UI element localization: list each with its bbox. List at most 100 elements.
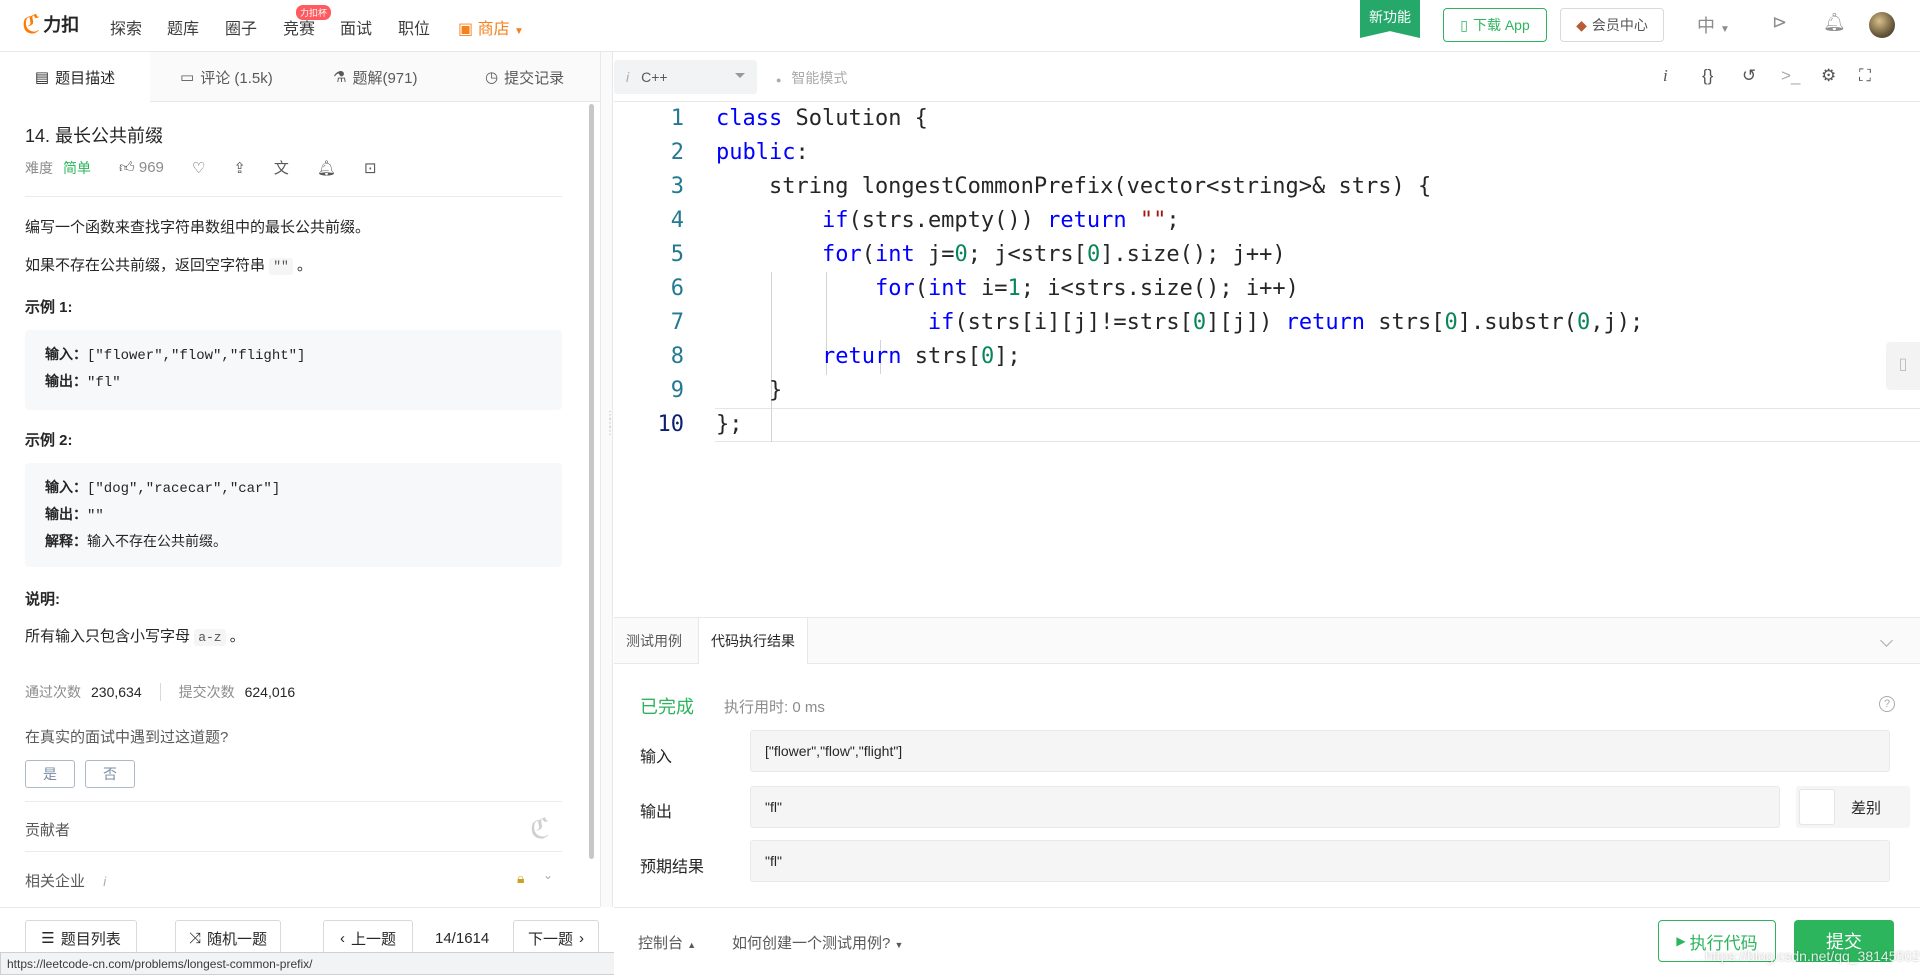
howto-testcase-link[interactable]: 如何创建一个测试用例? ▼ — [732, 932, 903, 953]
problem-list-label: 题目列表 — [60, 930, 121, 948]
tab-description-label: 题目描述 — [55, 69, 116, 87]
nav-explore[interactable]: 探索 — [110, 15, 142, 39]
howto-label: 如何创建一个测试用例? — [732, 935, 891, 952]
smart-mode-toggle[interactable]: ● 智能模式 — [776, 68, 847, 88]
editor-toolbar: i C++ ● 智能模式 i {} ↺ >_ ⚙︎ ⛶ — [614, 52, 1920, 102]
line-number: 4 — [670, 208, 684, 233]
console-panel: 测试用例 代码执行结果 已完成 执行用时: 0 ms ? 输入 ["flower… — [614, 617, 1920, 907]
code-line: 1 class Solution { — [614, 102, 1920, 136]
problem-desc-1: 编写一个函数来查找字符串数组中的最长公共前缀。 — [25, 219, 371, 236]
stats-divider — [159, 683, 161, 701]
logo-text: 力扣 — [43, 15, 80, 35]
shuffle-icon: ⤨ — [188, 929, 201, 947]
heart-icon[interactable]: ♡ — [192, 159, 205, 177]
note-prefix: 所有输入只包含小写字母 — [25, 628, 191, 645]
nav-shop[interactable]: ▣ 商店 ▼ — [458, 15, 524, 39]
caret-down-icon: ▼ — [894, 940, 904, 950]
new-feature-ribbon[interactable]: 新功能 — [1360, 0, 1420, 38]
line-number: 5 — [670, 242, 684, 267]
random-problem-button[interactable]: ⤨ 随机一题 — [175, 920, 281, 956]
notify-bell-icon[interactable]: 🔔︎ — [317, 159, 336, 177]
tab-solutions[interactable]: ⚗︎ 题解(971) — [333, 52, 417, 102]
code-line: 7 if(strs[i][j]!=strs[0][j]) return strs… — [614, 306, 1920, 340]
desc2-suffix: 。 — [296, 257, 312, 274]
fullscreen-icon[interactable]: ⛶ — [1859, 66, 1871, 86]
accepted-count: 230,634 — [91, 684, 142, 700]
settings-icon[interactable]: ⚙︎ — [1821, 66, 1836, 86]
chevron-down-icon[interactable]: ⌄ — [543, 868, 553, 882]
language-switch[interactable]: 中 ▼ — [1697, 12, 1730, 38]
output-label: 输出 — [640, 804, 673, 821]
tab-description[interactable]: ▤ 题目描述 — [0, 52, 150, 102]
clock-icon: ◷ — [485, 69, 499, 86]
empty-string-code: "" — [269, 258, 293, 275]
help-icon[interactable]: ? — [1879, 696, 1895, 712]
code-line: 2 public: — [614, 136, 1920, 170]
no-button[interactable]: 否 — [85, 760, 135, 788]
download-app-button[interactable]: ▯ 下载 App — [1443, 8, 1547, 42]
tab-testcase[interactable]: 测试用例 — [614, 618, 694, 664]
code-editor[interactable]: 1 class Solution { 2 public: 3 string long… — [614, 102, 1920, 617]
member-icon: ◆ — [1576, 16, 1587, 33]
diff-switch[interactable] — [1799, 789, 1835, 825]
example-2-block: 输入：["dog","racecar","car"] 输出："" 解释：输入不存… — [25, 463, 562, 567]
avatar[interactable] — [1869, 12, 1895, 38]
info-icon[interactable]: i — [1663, 66, 1668, 86]
companies-label: 相关企业 — [25, 873, 86, 890]
related-companies[interactable]: 相关企业 i — [25, 870, 106, 891]
code-text: for(int j=0; j<strs[0].size(); j++) — [821, 242, 1286, 267]
prev-problem-button[interactable]: ‹ 上一题 — [323, 920, 413, 956]
problem-list-button[interactable]: ☰ 题目列表 — [25, 920, 137, 956]
nav-circle[interactable]: 圈子 — [225, 15, 257, 39]
shop-caret-icon: ▼ — [514, 26, 524, 37]
tab-submissions[interactable]: ◷ 提交记录 — [485, 52, 564, 102]
collapse-chevron-icon[interactable] — [1880, 634, 1893, 647]
terminal-icon[interactable]: >_ — [1781, 66, 1800, 86]
console-toggle[interactable]: 控制台 ▲ — [638, 932, 696, 953]
code-text: }; — [716, 412, 743, 437]
smart-mode-dot-icon: ● — [776, 75, 782, 85]
nav-jobs[interactable]: 职位 — [398, 15, 430, 39]
next-problem-label: 下一题 — [527, 930, 573, 948]
example-1-title: 示例 1: — [25, 299, 73, 316]
expected-value: "fl" — [750, 840, 1890, 882]
side-panel-tab-icon[interactable]: ▯ — [1886, 342, 1920, 390]
contributor-logo-icon: ℭ — [530, 813, 550, 844]
console-label: 控制台 — [638, 935, 684, 952]
top-nav: ℭ 力扣 探索 题库 圈子 竞赛 力扣杯 面试 职位 ▣ 商店 ▼ 新功能 ▯ … — [0, 0, 1920, 52]
diff-toggle[interactable]: 差别 — [1796, 786, 1910, 828]
line-number: 6 — [670, 276, 684, 301]
next-problem-button[interactable]: 下一题 › — [513, 920, 599, 956]
language-select[interactable]: i C++ — [614, 60, 757, 94]
divider — [25, 196, 562, 197]
example-1-block: 输入：["flower","flow","flight"] 输出："fl" — [25, 330, 562, 410]
submitted-label: 提交次数 — [178, 684, 235, 700]
braces-icon[interactable]: {} — [1702, 66, 1713, 86]
nav-interview[interactable]: 面试 — [340, 15, 372, 39]
bell-icon[interactable]: 🔔︎ — [1823, 12, 1846, 33]
diff-label: 差别 — [1851, 799, 1882, 817]
tab-result[interactable]: 代码执行结果 — [698, 618, 808, 664]
like-button[interactable]: 👍︎ 969 — [119, 159, 164, 177]
logo[interactable]: ℭ 力扣 — [22, 11, 79, 37]
yes-button[interactable]: 是 — [25, 760, 75, 788]
comment-icon: ▭ — [180, 69, 195, 86]
translate-icon[interactable]: 文 — [274, 157, 289, 178]
feedback-icon[interactable]: ⊡ — [364, 159, 377, 177]
left-scrollbar[interactable] — [589, 104, 594, 859]
prev-problem-label: 上一题 — [350, 930, 396, 948]
playground-icon[interactable]: ⊳ — [1772, 12, 1787, 33]
member-center-button[interactable]: ◆ 会员中心 — [1560, 8, 1664, 42]
shop-label: 商店 — [477, 21, 510, 38]
code-line: 4 if(strs.empty()) return ""; — [614, 204, 1920, 238]
panel-splitter[interactable]: ⋮ ⋮ ⋮ — [600, 52, 615, 907]
reset-icon[interactable]: ↺ — [1742, 66, 1756, 86]
tab-comments[interactable]: ▭ 评论 (1.5k) — [180, 52, 273, 102]
code-line: 10}; — [614, 408, 1920, 442]
problem-stats: 通过次数 230,634 提交次数 624,016 — [25, 682, 295, 702]
difficulty-badge: 简单 — [63, 159, 91, 176]
result-runtime: 执行用时: 0 ms — [724, 699, 825, 716]
share-icon[interactable]: ⇪ — [233, 159, 246, 177]
nav-problemset[interactable]: 题库 — [167, 15, 199, 39]
language-select-value: C++ — [641, 69, 668, 85]
